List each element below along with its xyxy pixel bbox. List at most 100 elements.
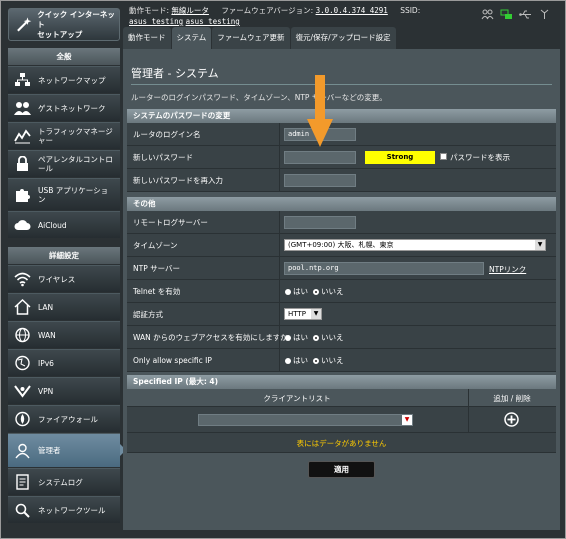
sidebar-item-label: ネットワークツール: [38, 505, 106, 515]
magic-wand-icon: [17, 16, 32, 32]
usb-icon[interactable]: [519, 9, 532, 20]
sidebar-item-wan[interactable]: WAN: [8, 321, 120, 348]
sidebar-item-label: USB アプリケーショ ン: [38, 185, 109, 204]
confirm-password-row: 新しいパスワードを再入力: [127, 169, 556, 192]
show-password-label: パスワードを表示: [450, 153, 510, 162]
wan-access-no-radio[interactable]: いいえ: [313, 332, 344, 343]
traffic-manager-icon: [14, 129, 31, 144]
auth-method-select[interactable]: HTTP ▼: [284, 308, 322, 320]
new-password-row: 新しいパスワード Strong パスワードを表示: [127, 146, 556, 169]
firewall-icon: [15, 411, 30, 427]
add-delete-column: 追加 / 削除: [493, 394, 531, 403]
apply-button[interactable]: 適用: [308, 461, 375, 478]
sidebar-item-label: ネットワークマップ: [38, 75, 106, 85]
sidebar-item-traffic-manager[interactable]: トラフィックマネージ ャー: [8, 122, 120, 149]
show-password-checkbox[interactable]: [440, 153, 447, 160]
auth-method-row: 認証方式 HTTP ▼: [127, 303, 556, 326]
telnet-no-radio[interactable]: いいえ: [313, 286, 344, 297]
title-divider: [131, 84, 552, 85]
firmware-link[interactable]: 3.0.0.4.374_4291: [316, 6, 388, 15]
cloud-icon: [14, 220, 31, 230]
wifi-icon: [14, 272, 31, 287]
add-icon[interactable]: [504, 412, 519, 427]
chevron-down-icon: ▼: [311, 309, 321, 319]
confirm-password-label: 新しいパスワードを再入力: [133, 176, 223, 185]
sidebar-item-system-log[interactable]: システムログ: [8, 468, 120, 495]
specific-ip-no-radio[interactable]: いいえ: [313, 355, 344, 366]
tab-operation-mode[interactable]: 動作モード: [123, 27, 171, 49]
remote-log-label: リモートログサーバー: [133, 218, 208, 227]
telnet-label: Telnet を有効: [133, 287, 181, 296]
sidebar-item-aicloud[interactable]: AiCloud: [8, 211, 120, 238]
client-list-column: クライアントリスト: [263, 394, 331, 403]
quick-internet-setup-button[interactable]: クイック インターネット セットアップ: [8, 8, 120, 41]
empty-table-message: 表にはデータがありません: [296, 439, 387, 448]
sidebar-item-label: IPv6: [38, 358, 54, 368]
users-icon[interactable]: [481, 9, 494, 20]
sidebar-item-parental-control[interactable]: ペアレンタルコントロ ール: [8, 150, 120, 177]
password-section-header: システムのパスワードの変更: [127, 109, 556, 123]
remote-log-row: リモートログサーバー: [127, 211, 556, 234]
sidebar-item-administration[interactable]: 管理者: [8, 433, 120, 467]
sidebar-item-ipv6[interactable]: IPv6: [8, 349, 120, 376]
specific-ip-label: Only allow specific IP: [133, 356, 212, 365]
wan-access-yes-radio[interactable]: はい: [285, 332, 308, 343]
top-info-bar: 動作モード: 無線ルータ ファームウェアバージョン: 3.0.0.4.374_4…: [129, 5, 420, 27]
guest-network-icon: [14, 102, 31, 115]
sidebar-item-wireless[interactable]: ワイヤレス: [8, 265, 120, 292]
mode-link[interactable]: 無線ルータ: [171, 6, 209, 15]
general-header: 全般: [8, 48, 120, 65]
ntp-server-input[interactable]: pool.ntp.org: [284, 262, 484, 275]
chevron-down-icon: ▼: [535, 240, 545, 250]
signal-icon[interactable]: [538, 9, 551, 20]
page-title: 管理者 - システム: [131, 67, 219, 80]
lock-icon: [17, 156, 28, 171]
sidebar-item-label: 管理者: [38, 446, 61, 455]
sidebar-item-usb-application[interactable]: USB アプリケーショ ン: [8, 178, 120, 210]
specific-ip-yes-radio[interactable]: はい: [285, 355, 308, 366]
main-panel: 管理者 - システム ルーターのログインパスワード、タイムゾーン、NTP サーバ…: [123, 49, 560, 530]
firmware-label: ファームウェアバージョン:: [221, 6, 314, 15]
sidebar-item-vpn[interactable]: VPN: [8, 377, 120, 404]
sidebar-item-label: ファイアウォール: [38, 414, 98, 424]
chevron-down-icon: ▼: [402, 415, 412, 425]
specific-ip-row: Only allow specific IP はい いいえ: [127, 349, 556, 372]
tab-system[interactable]: システム: [171, 27, 212, 49]
status-icons: [481, 9, 551, 20]
ntp-link[interactable]: NTPリンク: [489, 264, 526, 275]
tab-restore-save-upload[interactable]: 復元/保存/アップロード設定: [290, 27, 396, 49]
sidebar-item-guest-network[interactable]: ゲストネットワーク: [8, 94, 120, 121]
ssid-link-2[interactable]: asus_testing: [186, 17, 240, 26]
ntp-row: NTP サーバー pool.ntp.org NTPリンク: [127, 257, 556, 280]
sidebar-item-network-tools[interactable]: ネットワークツール: [8, 496, 120, 523]
sidebar-item-label: トラフィックマネージ ャー: [38, 127, 113, 145]
new-password-label: 新しいパスワード: [133, 153, 193, 162]
wan-access-row: WAN からのウェブアクセスを有効にしますか はい いいえ: [127, 326, 556, 349]
confirm-password-input[interactable]: [284, 174, 356, 187]
tools-icon: [15, 503, 30, 518]
specified-ip-columns: クライアントリスト 追加 / 削除: [127, 389, 556, 407]
log-icon: [16, 474, 29, 490]
auth-method-value: HTTP: [288, 310, 306, 318]
sidebar-item-firewall[interactable]: ファイアウォール: [8, 405, 120, 432]
new-password-input[interactable]: [284, 151, 356, 164]
sidebar-item-network-map[interactable]: ネットワークマップ: [8, 66, 120, 93]
password-strength-meter: Strong: [365, 151, 435, 164]
network-icon[interactable]: [500, 9, 513, 20]
sidebar-item-label: LAN: [38, 302, 54, 312]
telnet-yes-radio[interactable]: はい: [285, 286, 308, 297]
router-admin-window: クイック インターネット セットアップ 動作モード: 無線ルータ ファームウェア…: [0, 0, 566, 539]
timezone-label: タイムゾーン: [133, 241, 178, 250]
sidebar-item-lan[interactable]: LAN: [8, 293, 120, 320]
home-icon: [14, 299, 31, 315]
login-name-label: ルータのログイン名: [133, 130, 201, 139]
timezone-select[interactable]: (GMT+09:00) 大阪、札幌、東京 ▼: [284, 239, 546, 251]
sidebar-item-label: WAN: [38, 330, 56, 340]
ntp-label: NTP サーバー: [133, 264, 181, 273]
tab-firmware-upgrade[interactable]: ファームウェア更新: [212, 27, 290, 49]
ssid-link-1[interactable]: asus_testing: [129, 17, 183, 26]
client-list-select[interactable]: ▼: [198, 414, 413, 426]
wan-access-label: WAN からのウェブアクセスを有効にしますか: [133, 333, 288, 342]
telnet-row: Telnet を有効 はい いいえ: [127, 280, 556, 303]
remote-log-input[interactable]: [284, 216, 356, 229]
